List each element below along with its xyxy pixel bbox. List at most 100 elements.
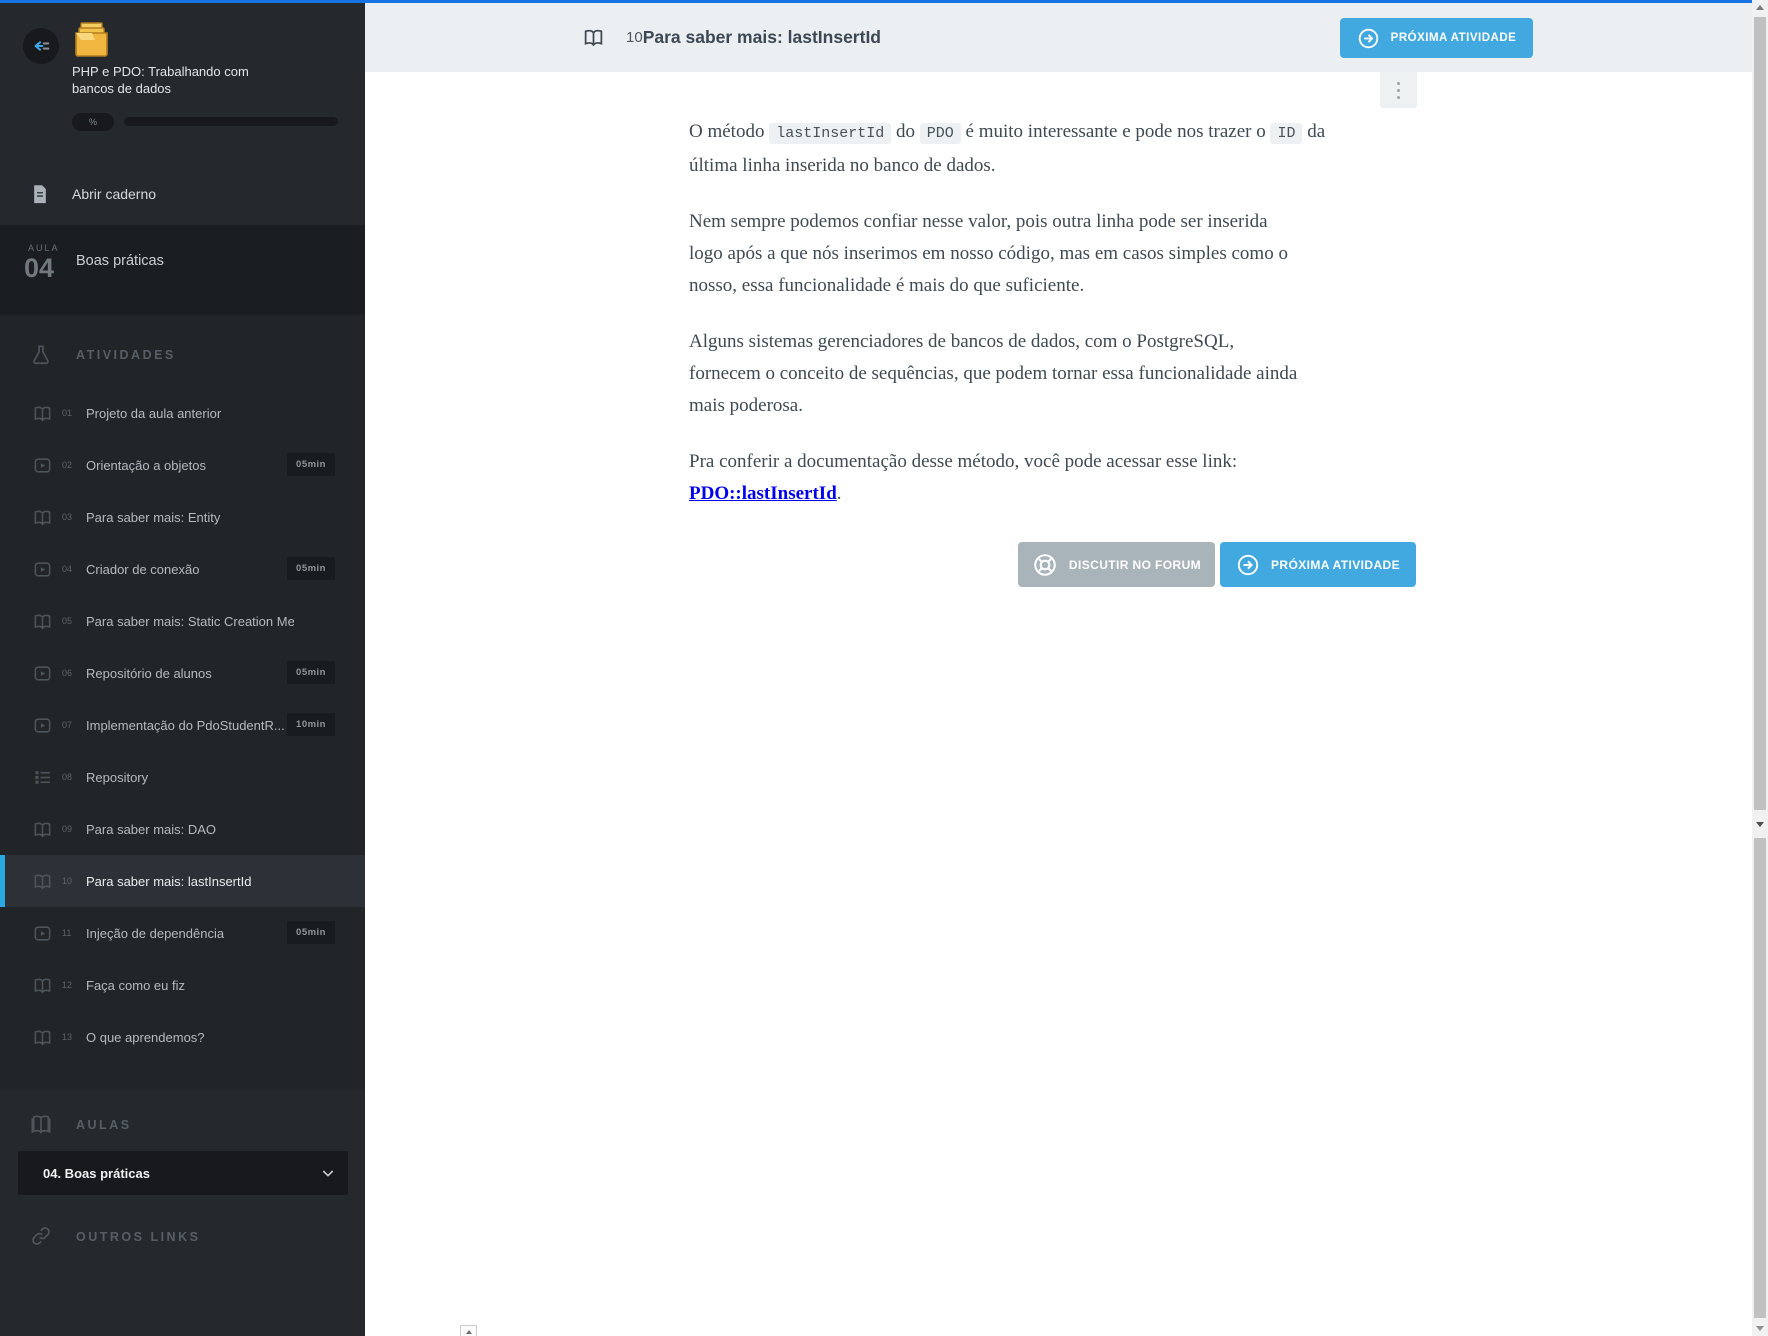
other-links-header: OUTROS LINKS — [0, 1225, 365, 1249]
book-icon — [33, 872, 52, 891]
duration-badge: 05min — [287, 661, 335, 684]
activity-label: Projeto da aula anterior — [86, 406, 221, 421]
activity-item[interactable]: 04 Criador de conexão 05min — [0, 543, 365, 595]
options-menu-button[interactable] — [1380, 72, 1417, 108]
activity-item[interactable]: 13 O que aprendemos? — [0, 1011, 365, 1063]
lesson-paragraph: O método lastInsertId do PDO é muito int… — [689, 116, 1416, 182]
book-icon — [33, 612, 52, 631]
activity-list: 01 Projeto da aula anterior — [0, 387, 365, 1063]
activities-header-label: ATIVIDADES — [76, 348, 176, 362]
activity-number: 13 — [62, 1032, 78, 1042]
activity-number: 11 — [62, 928, 78, 938]
activity-item[interactable]: 03 Para saber mais: Entity — [0, 491, 365, 543]
page-scrollbar[interactable] — [1752, 0, 1768, 1336]
task-list-icon — [33, 768, 52, 787]
activity-item[interactable]: 06 Repositório de alunos 05min — [0, 647, 365, 699]
activity-label: Para saber mais: lastInsertId — [86, 874, 251, 889]
lesson-paragraph: Alguns sistemas gerenciadores de bancos … — [689, 326, 1416, 422]
inner-scrollbar-top[interactable] — [460, 1325, 477, 1336]
duration-badge: 05min — [287, 557, 335, 580]
lesson-select[interactable]: 04. Boas práticas — [18, 1151, 348, 1195]
next-activity-label: PRÓXIMA ATIVIDADE — [1391, 32, 1517, 44]
activity-number: 02 — [62, 460, 78, 470]
activities-section: ATIVIDADES — [0, 315, 365, 1089]
scroll-down-arrow-icon[interactable] — [1756, 1326, 1764, 1331]
scroll-up-arrow-icon — [466, 1330, 472, 1334]
link-icon — [30, 1225, 52, 1249]
collapse-sidebar-button[interactable] — [23, 28, 59, 64]
lesson-paragraphs: O método lastInsertId do PDO é muito int… — [689, 116, 1416, 510]
activities-header: ATIVIDADES — [0, 343, 365, 367]
next-activity-button-bottom[interactable]: PRÓXIMA ATIVIDADE — [1220, 542, 1416, 587]
scrollbar-thumb-upper[interactable] — [1754, 17, 1766, 810]
book-icon — [33, 820, 52, 839]
activity-label: Repositório de alunos — [86, 666, 212, 681]
course-logo-icon — [70, 21, 112, 59]
activity-number: 07 — [62, 720, 78, 730]
inline-code: lastInsertId — [769, 123, 891, 144]
activity-number: 04 — [62, 564, 78, 574]
book-icon — [33, 404, 52, 423]
lesson-paragraph: Nem sempre podemos confiar nesse valor, … — [689, 206, 1416, 302]
activity-item[interactable]: 07 Implementação do PdoStudentR... 10min — [0, 699, 365, 751]
activity-label: Orientação a objetos — [86, 458, 206, 473]
activity-item[interactable]: 02 Orientação a objetos 05min — [0, 439, 365, 491]
open-notebook-button[interactable]: Abrir caderno — [0, 165, 365, 223]
arrow-right-circle-icon — [1236, 553, 1260, 577]
activity-item[interactable]: 09 Para saber mais: DAO — [0, 803, 365, 855]
next-activity-label: PRÓXIMA ATIVIDADE — [1271, 558, 1400, 572]
activity-index: 10 — [626, 29, 643, 46]
activity-item[interactable]: 08 Repository — [0, 751, 365, 803]
doc-link[interactable]: PDO::lastInsertId — [689, 483, 837, 504]
book-icon — [33, 508, 52, 527]
kebab-dot — [1397, 89, 1400, 92]
activity-header: 10 Para saber mais: lastInsertId PRÓXIMA… — [365, 3, 1752, 72]
activity-item[interactable]: 11 Injeção de dependência 05min — [0, 907, 365, 959]
book-icon — [33, 1028, 52, 1047]
video-icon — [33, 716, 52, 735]
activity-item[interactable]: 10 Para saber mais: lastInsertId — [0, 855, 365, 907]
activity-label: Implementação do PdoStudentR... — [86, 718, 285, 733]
activity-item[interactable]: 05 Para saber mais: Static Creation Meth… — [0, 595, 365, 647]
activity-number: 10 — [62, 876, 78, 886]
next-activity-button-top[interactable]: PRÓXIMA ATIVIDADE — [1340, 18, 1533, 58]
activity-number: 01 — [62, 408, 78, 418]
course-title: PHP e PDO: Trabalhando com bancos de dad… — [72, 63, 277, 97]
activity-label: Faça como eu fiz — [86, 978, 185, 993]
current-lesson-banner: AULA 04 Boas práticas — [0, 225, 365, 315]
kebab-dot — [1397, 96, 1400, 99]
activity-label: Criador de conexão — [86, 562, 199, 577]
other-links-section: OUTROS LINKS Fórum — [0, 1213, 365, 1336]
activity-number: 09 — [62, 824, 78, 834]
discuss-forum-button[interactable]: DISCUTIR NO FORUM — [1018, 542, 1215, 587]
lessons-header-label: AULAS — [76, 1118, 132, 1132]
course-sidebar: PHP e PDO: Trabalhando com bancos de dad… — [0, 3, 365, 1336]
other-links-header-label: OUTROS LINKS — [76, 1230, 200, 1244]
open-notebook-label: Abrir caderno — [72, 186, 156, 202]
scroll-up-arrow-icon[interactable] — [1756, 5, 1764, 10]
activity-number: 06 — [62, 668, 78, 678]
lesson-content: O método lastInsertId do PDO é muito int… — [689, 116, 1416, 587]
scrollbar-thumb-lower[interactable] — [1754, 838, 1766, 1318]
video-icon — [33, 560, 52, 579]
scroll-down-arrow-icon[interactable] — [1756, 822, 1764, 827]
notebook-icon — [30, 183, 50, 205]
activity-item[interactable]: 01 Projeto da aula anterior — [0, 387, 365, 439]
duration-badge: 05min — [287, 921, 335, 944]
kebab-dot — [1397, 82, 1400, 85]
lessons-section: AULAS 04. Boas práticas — [0, 1089, 365, 1213]
activity-label: Injeção de dependência — [86, 926, 224, 941]
activity-label: Para saber mais: DAO — [86, 822, 216, 837]
discuss-forum-label: DISCUTIR NO FORUM — [1069, 558, 1201, 572]
flask-icon — [30, 343, 52, 367]
activity-label: O que aprendemos? — [86, 1030, 205, 1045]
progress-percent-pill: % — [72, 113, 114, 131]
inline-code: PDO — [920, 123, 961, 144]
lifebuoy-icon — [1032, 552, 1058, 578]
activity-item[interactable]: 12 Faça como eu fiz — [0, 959, 365, 1011]
activity-number: 12 — [62, 980, 78, 990]
collapse-arrow-icon — [30, 35, 52, 57]
activity-number: 05 — [62, 616, 78, 626]
inline-code: ID — [1270, 123, 1302, 144]
page-title: Para saber mais: lastInsertId — [643, 27, 881, 48]
